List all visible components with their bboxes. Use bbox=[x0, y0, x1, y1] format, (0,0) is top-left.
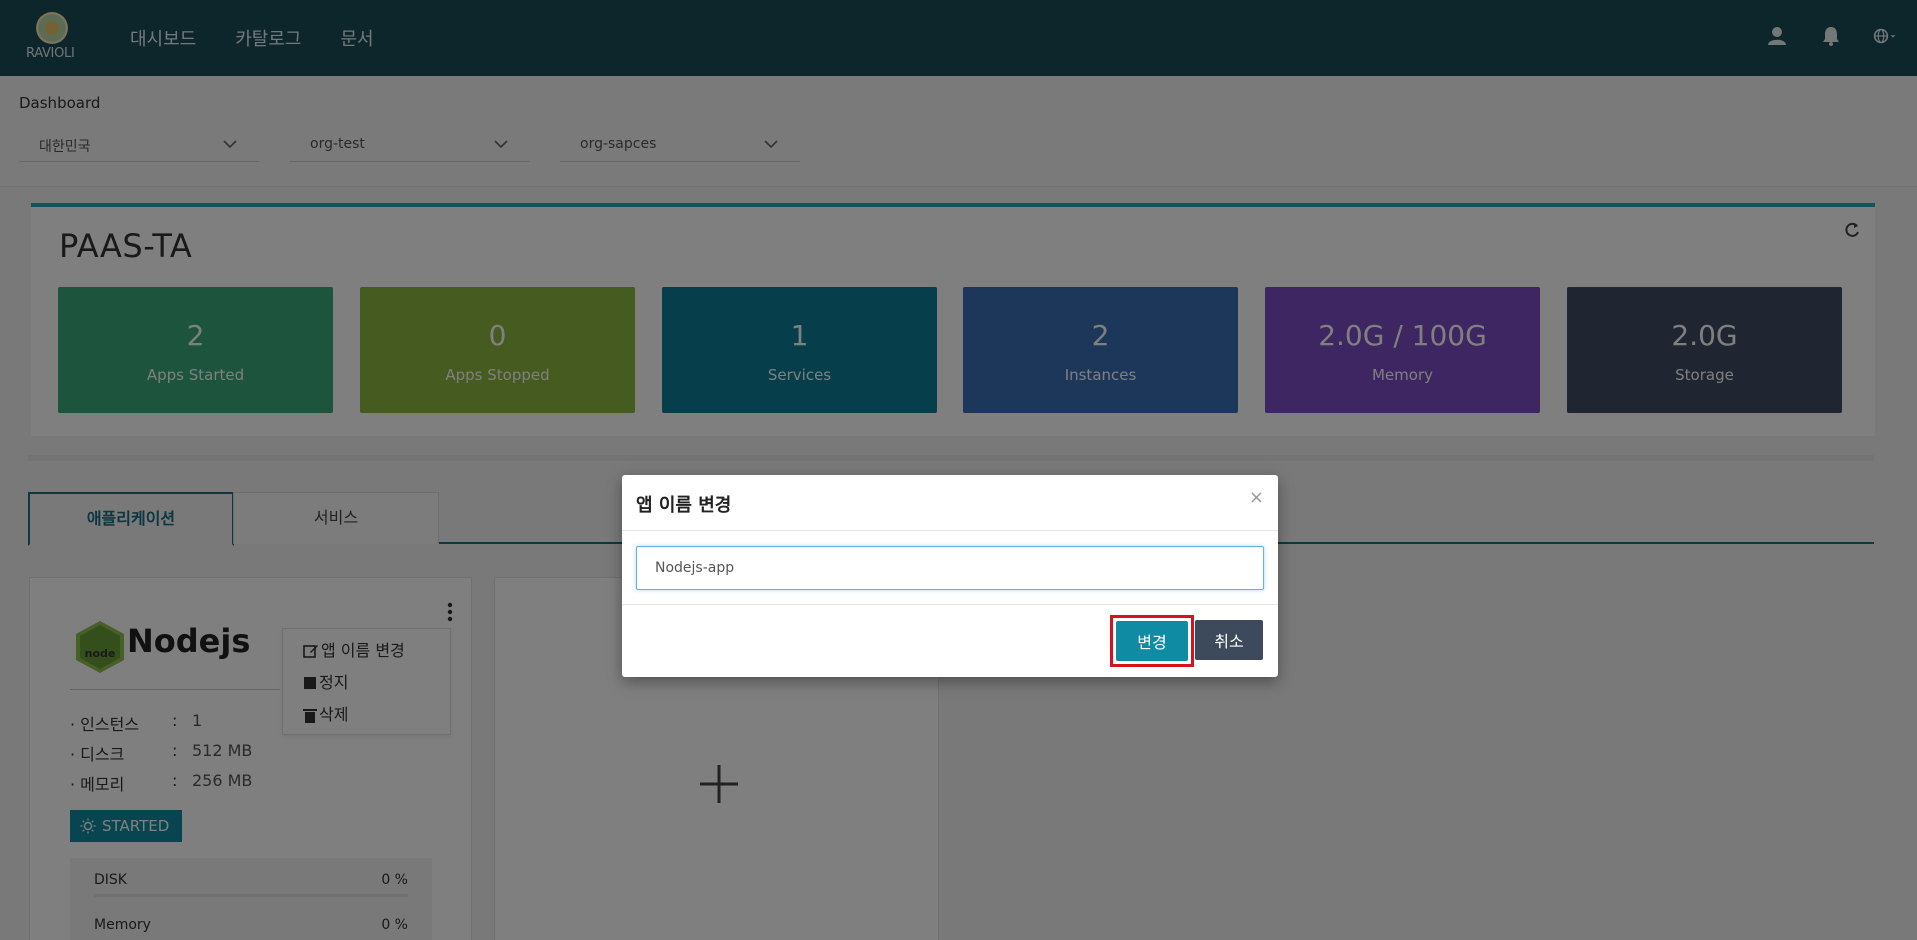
dialog-header-divider bbox=[622, 530, 1278, 531]
close-icon[interactable]: × bbox=[1249, 487, 1264, 508]
modal-backdrop[interactable] bbox=[0, 0, 1917, 940]
dialog-title: 앱 이름 변경 bbox=[636, 495, 732, 516]
rename-app-dialog: 앱 이름 변경 × 변경 취소 bbox=[622, 475, 1278, 677]
change-button[interactable]: 변경 bbox=[1116, 621, 1188, 661]
cancel-button[interactable]: 취소 bbox=[1195, 620, 1263, 660]
app-name-input[interactable] bbox=[636, 546, 1264, 590]
dialog-footer-divider bbox=[622, 604, 1278, 605]
highlight-box: 변경 bbox=[1110, 615, 1194, 667]
